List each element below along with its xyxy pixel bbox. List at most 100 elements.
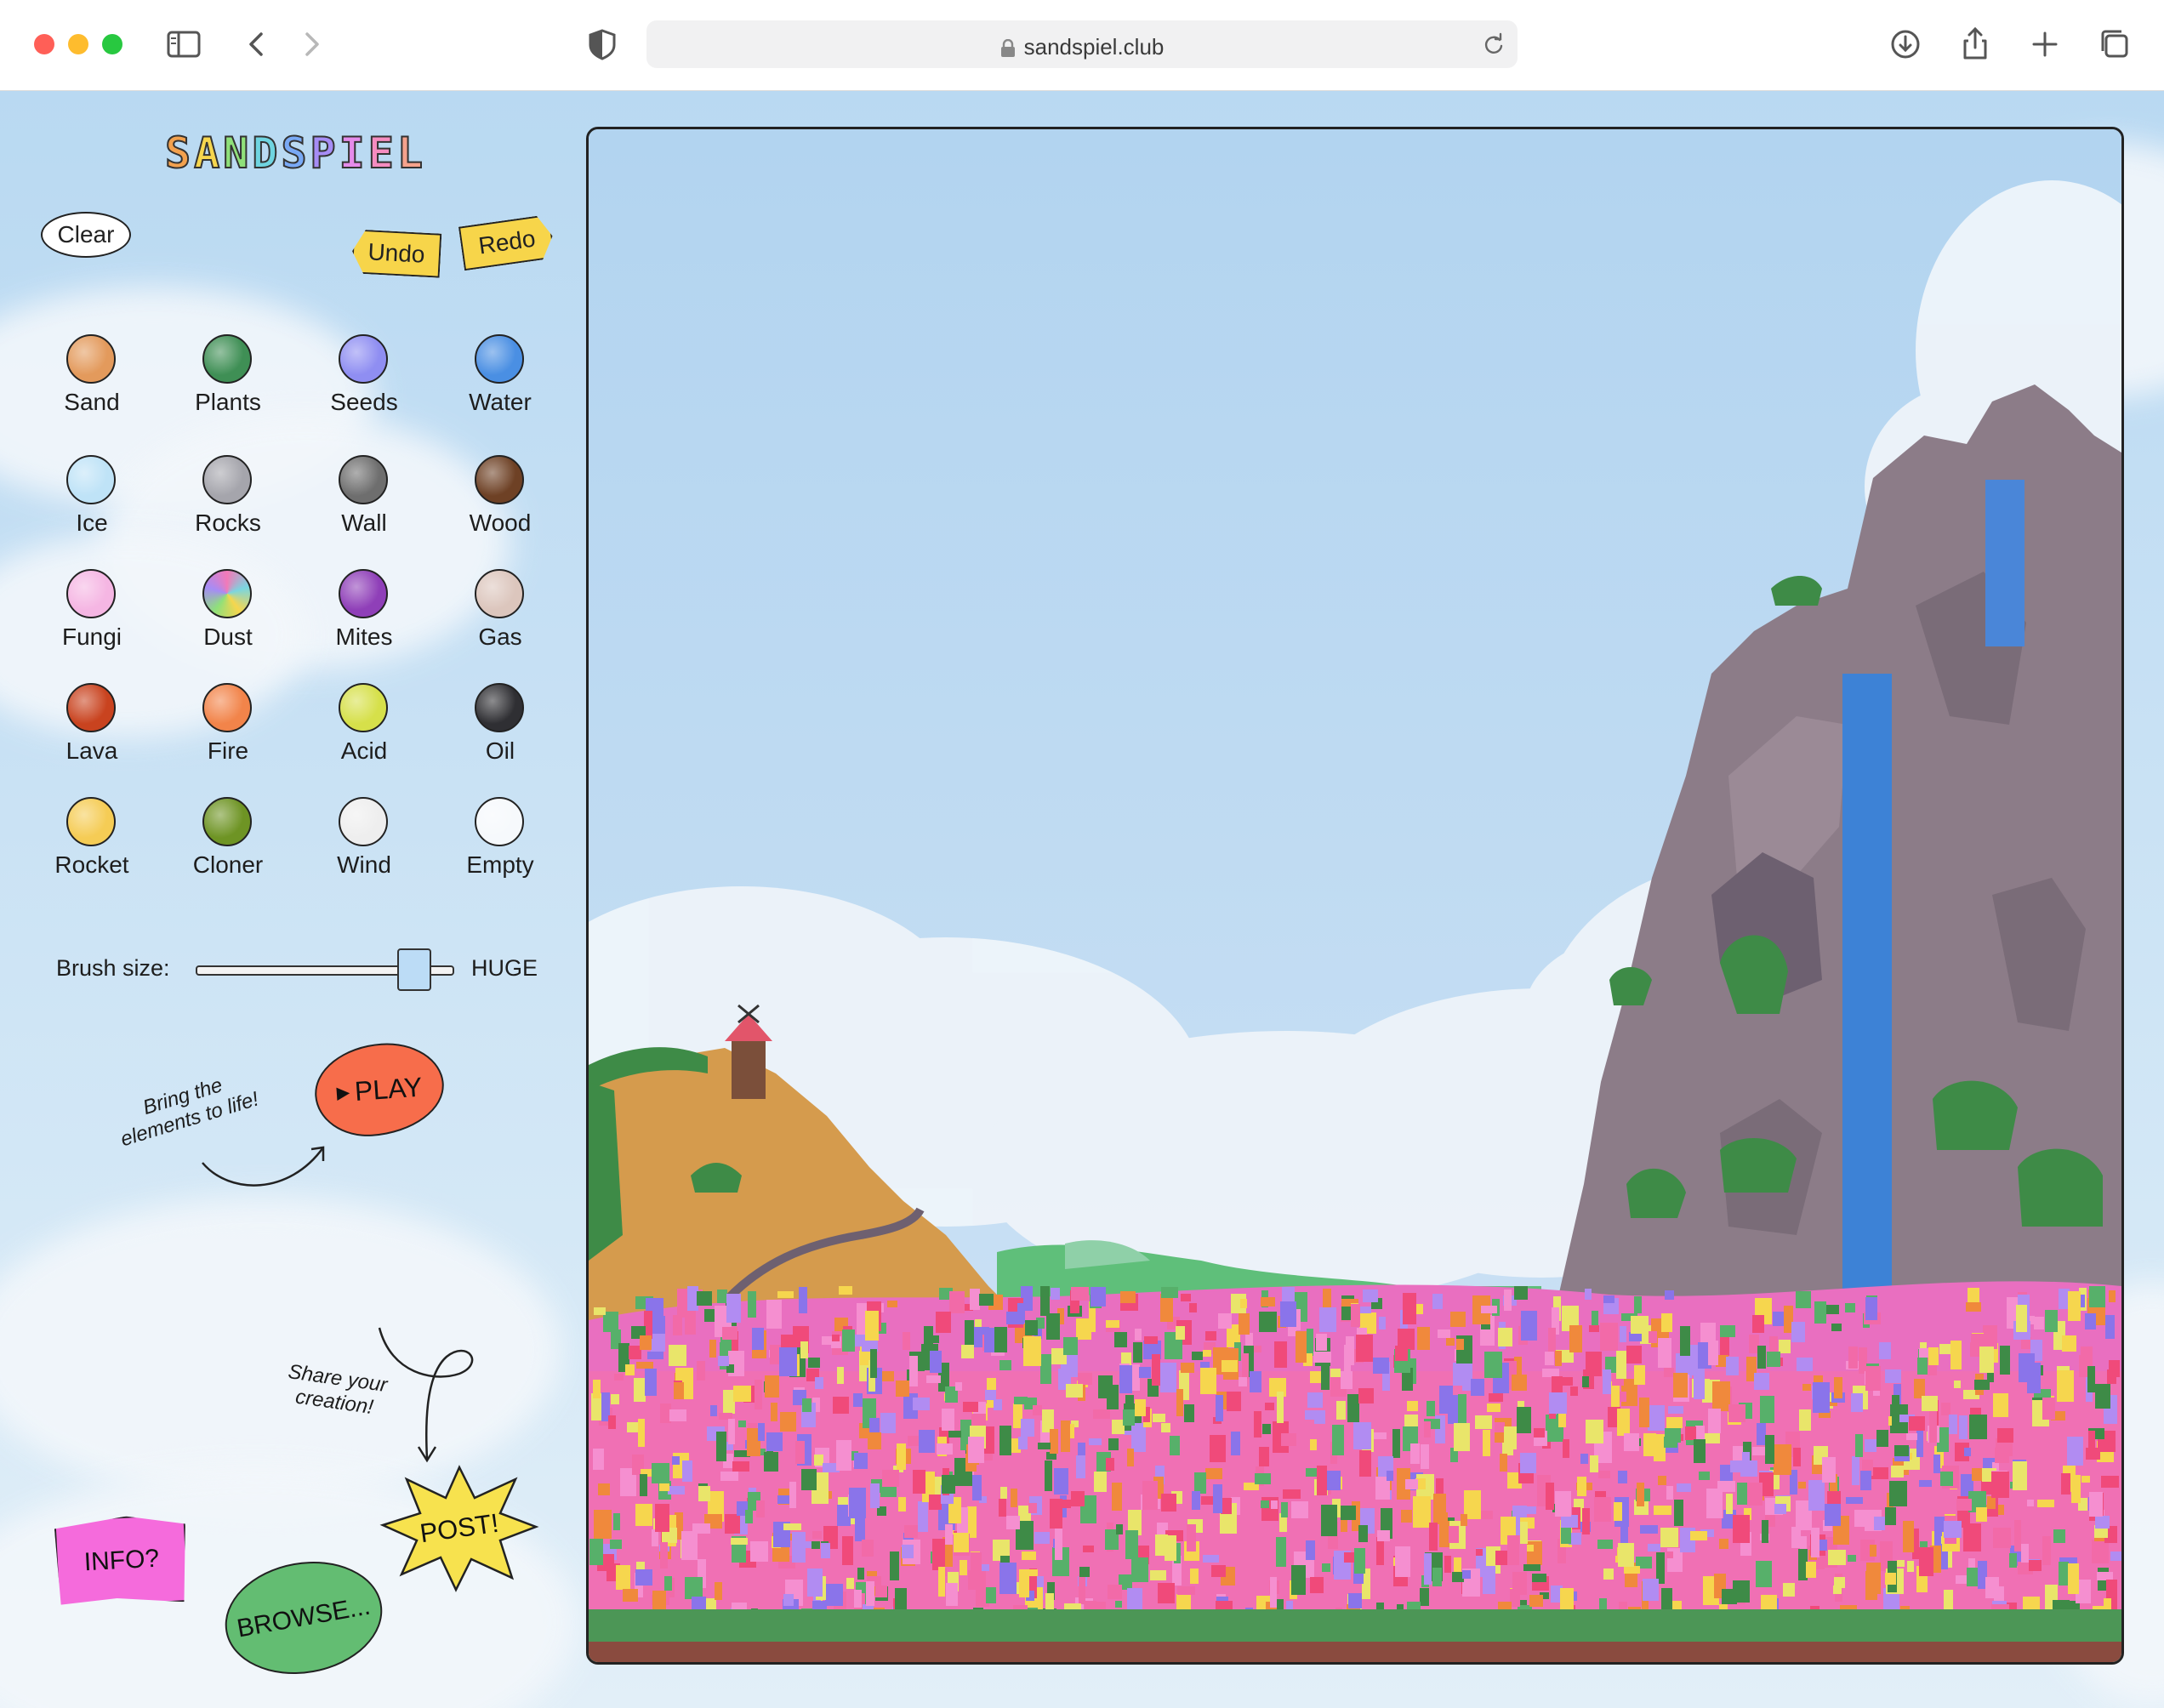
- element-wall-button[interactable]: Wall: [305, 455, 424, 549]
- rocks-swatch-icon: [202, 455, 252, 504]
- element-label: Gas: [478, 623, 522, 650]
- sandspiel-page: SANDSPIEL Clear Undo Redo Sand Plants Seed…: [0, 91, 2164, 1708]
- logo-letter: E: [367, 128, 397, 179]
- canvas-scene: [589, 129, 2121, 1662]
- element-label: Sand: [64, 389, 120, 415]
- element-empty-button[interactable]: Empty: [441, 797, 560, 891]
- logo-letter: L: [396, 128, 426, 179]
- curved-arrow-icon: [202, 1146, 325, 1187]
- element-label: Rocket: [54, 851, 129, 878]
- wood-swatch-icon: [475, 455, 524, 504]
- element-lava-button[interactable]: Lava: [32, 683, 151, 777]
- element-label: Plants: [195, 389, 261, 415]
- element-acid-button[interactable]: Acid: [305, 683, 424, 777]
- element-cloner-button[interactable]: Cloner: [168, 797, 288, 891]
- loop-arrow-icon: [378, 1327, 474, 1463]
- brush-size-label: Brush size:: [56, 955, 170, 981]
- element-label: Empty: [466, 851, 534, 878]
- element-label: Wall: [341, 510, 387, 536]
- forward-icon[interactable]: [289, 22, 333, 66]
- element-oil-button[interactable]: Oil: [441, 683, 560, 777]
- element-rocks-button[interactable]: Rocks: [168, 455, 288, 549]
- ice-swatch-icon: [66, 455, 116, 504]
- element-wood-button[interactable]: Wood: [441, 455, 560, 549]
- empty-swatch-icon: [475, 797, 524, 846]
- element-gas-button[interactable]: Gas: [441, 569, 560, 663]
- element-label: Wood: [469, 510, 532, 536]
- sandspiel-logo: SANDSPIEL: [164, 128, 426, 179]
- share-icon[interactable]: [1953, 22, 1997, 66]
- element-label: Fungi: [61, 623, 122, 650]
- element-plants-button[interactable]: Plants: [168, 334, 288, 428]
- seeds-swatch-icon: [339, 334, 388, 384]
- element-label: Fire: [207, 737, 249, 764]
- acid-swatch-icon: [339, 683, 388, 732]
- element-seeds-button[interactable]: Seeds: [305, 334, 424, 428]
- play-button[interactable]: ▶ PLAY: [311, 1039, 447, 1141]
- logo-letter: D: [251, 128, 282, 179]
- element-mites-button[interactable]: Mites: [305, 569, 424, 663]
- clear-button[interactable]: Clear: [41, 212, 131, 258]
- element-label: Acid: [340, 737, 388, 764]
- post-button[interactable]: POST!: [379, 1464, 539, 1593]
- info-button[interactable]: INFO?: [54, 1513, 189, 1608]
- element-label: Dust: [203, 623, 253, 650]
- reload-icon[interactable]: [1482, 32, 1506, 56]
- zoom-window-button[interactable]: [102, 34, 122, 54]
- lock-icon: [1000, 39, 1015, 58]
- brush-size-slider-thumb[interactable]: [397, 948, 431, 991]
- element-water-button[interactable]: Water: [441, 334, 560, 428]
- element-fire-button[interactable]: Fire: [168, 683, 288, 777]
- logo-letter: A: [193, 128, 224, 179]
- sidebar-toggle-icon[interactable]: [162, 22, 206, 66]
- gas-swatch-icon: [475, 569, 524, 618]
- flower-field: [589, 1281, 2121, 1654]
- wind-swatch-icon: [339, 797, 388, 846]
- soil-strip: [589, 1642, 2121, 1662]
- brush-size-value: HUGE: [471, 955, 538, 981]
- redo-button[interactable]: Redo: [458, 214, 555, 271]
- element-sand-button[interactable]: Sand: [32, 334, 151, 428]
- element-label: Rocks: [195, 510, 261, 536]
- back-icon[interactable]: [235, 22, 279, 66]
- logo-letter: N: [222, 128, 253, 179]
- element-ice-button[interactable]: Ice: [32, 455, 151, 549]
- rocket-swatch-icon: [66, 797, 116, 846]
- logo-letter: S: [164, 128, 195, 179]
- privacy-shield-icon[interactable]: [580, 22, 624, 66]
- browser-toolbar: sandspiel.club: [0, 0, 2164, 91]
- waterfall-upper: [1985, 480, 2024, 646]
- undo-button[interactable]: Undo: [351, 229, 442, 277]
- fungi-swatch-icon: [66, 569, 116, 618]
- element-dust-button[interactable]: Dust: [168, 569, 288, 663]
- play-label: PLAY: [353, 1071, 424, 1107]
- dust-swatch-icon: [202, 569, 252, 618]
- element-label: Wind: [337, 851, 391, 878]
- lava-swatch-icon: [66, 683, 116, 732]
- element-fungi-button[interactable]: Fungi: [32, 569, 151, 663]
- mites-swatch-icon: [339, 569, 388, 618]
- logo-letter: S: [280, 128, 310, 179]
- play-triangle-icon: ▶: [335, 1082, 350, 1102]
- element-label: Water: [469, 389, 532, 415]
- sand-canvas[interactable]: [586, 127, 2124, 1665]
- tab-overview-icon[interactable]: [2093, 22, 2137, 66]
- minimize-window-button[interactable]: [68, 34, 88, 54]
- new-tab-icon[interactable]: [2023, 22, 2067, 66]
- cloner-swatch-icon: [202, 797, 252, 846]
- fire-swatch-icon: [202, 683, 252, 732]
- close-window-button[interactable]: [34, 34, 54, 54]
- element-label: Cloner: [192, 851, 264, 878]
- element-label: Mites: [335, 623, 393, 650]
- element-wind-button[interactable]: Wind: [305, 797, 424, 891]
- element-label: Oil: [485, 737, 515, 764]
- element-rocket-button[interactable]: Rocket: [32, 797, 151, 891]
- water-swatch-icon: [475, 334, 524, 384]
- downloads-icon[interactable]: [1883, 22, 1928, 66]
- sand-swatch-icon: [66, 334, 116, 384]
- element-label: Ice: [76, 510, 108, 536]
- logo-letter: I: [339, 128, 368, 179]
- oil-swatch-icon: [475, 683, 524, 732]
- url-text: sandspiel.club: [1023, 34, 1165, 60]
- address-bar[interactable]: sandspiel.club: [646, 20, 1518, 68]
